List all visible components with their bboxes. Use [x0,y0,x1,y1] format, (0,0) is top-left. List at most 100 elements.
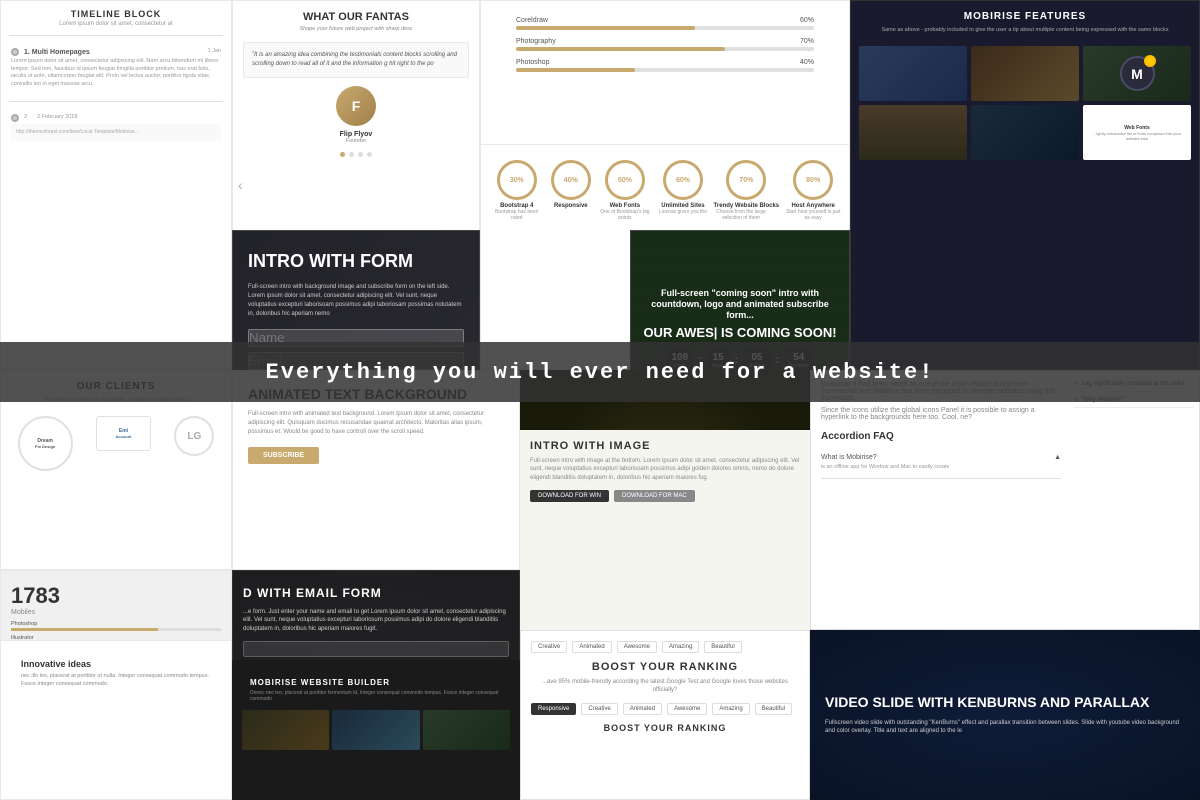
stat-circle-6: 80% [793,160,833,200]
download-mac-btn[interactable]: DOWNLOAD FOR MAC [614,490,695,502]
stats-content: 30% Bootstrap 4 Bootstrap has been rated… [481,145,849,226]
innovative-content: Innovative ideas nec illo leo, placerat … [1,641,231,698]
mobirise-thumbs: M Web Fonts ...ightly exhaustive list of… [851,41,1199,165]
timeline-item-title-2: 2 February 2018 [37,114,77,122]
skill-bar-fill-2 [516,47,725,51]
animated-bar-fill-1 [11,628,158,631]
builder-thumbs [242,710,510,750]
video-text: Fullscreen video slide with outstanding … [825,719,1185,736]
animated-bar-1: Photoshop [11,621,221,631]
timeline-dot-2 [11,114,19,122]
fantas-dot-4[interactable] [367,152,372,157]
skill-label-3: Photoshop 40% [516,59,814,66]
thumb-4 [859,105,967,160]
stat-label-2: Responsive [551,203,591,209]
boost-tab2-awesome[interactable]: Awesome [667,703,707,715]
email-form-name[interactable] [243,641,509,657]
fantas-author-title: Founder [243,138,469,144]
fantas-avatar: F [336,86,376,126]
stat-desc-1: Bootstrap has been rated [489,209,544,221]
boost-tab2-creative[interactable]: Creative [581,703,617,715]
fantas-subtitle: Shape your future web project with sharp… [243,26,469,32]
fantas-dot-3[interactable] [358,152,363,157]
faq-q-1[interactable]: What is Mobirise? ▲ [821,454,1061,461]
client-logo-account: Account [115,434,131,439]
faq-title: Accordion FAQ [821,431,1061,442]
skill-bar-fill-3 [516,68,635,72]
boost-tab2-animated[interactable]: Animated [623,703,662,715]
fantas-prev-arrow[interactable]: ‹ [238,177,243,193]
skill-label-1: Coreldraw 60% [516,17,814,24]
animated-label: Mobiles [11,609,221,616]
stat-circle-5: 70% [726,160,766,200]
stat-desc-3: One of Bootstrap's big points [597,209,652,221]
sun-rays-icon [1144,55,1156,67]
fantas-dot-1[interactable] [340,152,345,157]
builder-thumb-1 [242,710,329,750]
thumb-2 [971,46,1079,101]
intro-image-buttons: DOWNLOAD FOR WIN DOWNLOAD FOR MAC [530,490,800,502]
client-logo-pix: Pix Design [35,444,55,449]
boost-tab2-responsive[interactable]: Responsive [531,703,576,715]
panel-intro-image: INTRO WITH IMAGE Full-screen intro with … [520,430,810,630]
download-win-btn[interactable]: DOWNLOAD FOR WIN [530,490,609,502]
stat-desc-6: Start host yourself is just as easy [786,209,841,221]
boost-tab-awesome[interactable]: Awesome [617,641,657,653]
skill-row-1: Coreldraw 60% [501,13,829,34]
builder-thumb-2 [332,710,419,750]
stat-circle-2: 40% [551,160,591,200]
boost-tab-beautiful[interactable]: Beautiful [704,641,741,653]
boost-title-2: BOOST YOUR RANKING [531,723,799,733]
client-logo-lg: LG [187,431,201,442]
stat-circle-3: 50% [605,160,645,200]
fantas-author: Flip Flyov [243,131,469,138]
fantas-quote: "It is an amazing idea combining the tes… [243,42,469,78]
faq-chevron: ▲ [1054,454,1061,461]
thumb-6: Web Fonts ...ightly exhaustive list of f… [1083,105,1191,160]
mobirise-features-title: MOBIRISE FEATURES [851,1,1199,27]
boost-tab-animated[interactable]: Animated [572,641,611,653]
stat-item-2: 40% Responsive [551,160,591,221]
builder-thumb-3 [423,710,510,750]
boost-tab2-amazing[interactable]: Amazing [712,703,749,715]
boost-tabs: Creative Animated Awesome Amazing Beauti… [531,641,799,653]
video-title: VIDEO SLIDE WITH KENBURNS AND PARALLAX [825,694,1185,711]
stat-item-3: 50% Web Fonts One of Bootstrap's big poi… [597,160,652,221]
coming-soon-text: Full-screen "coming soon" intro with cou… [641,288,839,320]
mobirise-builder-content: MOBIRISE WEBSITE BUILDER Donec nec leo, … [232,660,520,760]
mobirise-logo: M [1120,56,1155,91]
boost-tab2-beautiful[interactable]: Beautiful [755,703,792,715]
intro-form-text: Full-screen intro with background image … [248,283,464,319]
animated-text: Full-screen intro with animated text bac… [248,410,504,437]
subscribe-btn[interactable]: SUBSCRIBE [248,447,319,464]
timeline-item-2: 2 2 February 2018 http://themesforest.co… [1,110,231,145]
stat-desc-5: Choose from the large selection of them [714,209,769,221]
faq-right-text-2: Since the icons utilize the global icons… [821,407,1061,421]
timeline-url: http://themesforest.com/item/Local-Templ… [11,124,221,141]
coming-soon-title: OUR AWES| IS COMING SOON! [643,325,836,341]
panel-innovative: Innovative ideas nec illo leo, placerat … [0,640,232,800]
intro-image-title: INTRO WITH IMAGE [530,440,800,452]
timeline-date-2: 2 [24,114,27,122]
skill-bar-fill-1 [516,26,695,30]
skill-bar-bg-1 [516,26,814,30]
panel-video-slide: VIDEO SLIDE WITH KENBURNS AND PARALLAX F… [810,630,1200,800]
thumb-1 [859,46,967,101]
intro-image-text: Full-screen intro with image at the bott… [530,457,800,482]
panel-faq: Bootstrap 4 had been noted as one of the… [810,370,1200,630]
timeline-item-1: 1. Multi Homepages 1 Jan Lorem ipsum dol… [1,44,231,93]
boost-tab-amazing[interactable]: Amazing [662,641,699,653]
fantas-dot-2[interactable] [349,152,354,157]
thumb-3: M [1083,46,1191,101]
video-content: VIDEO SLIDE WITH KENBURNS AND PARALLAX F… [810,630,1200,800]
stat-desc-4: License gives you the [659,209,707,215]
skill-bar-bg-3 [516,68,814,72]
timeline-subtitle: Lorem ipsum dolor sit amet, consectetur … [1,21,231,35]
client-logo-2: Emi Account [96,416,151,451]
banner-text: Everything you will ever need for a webs… [266,360,935,385]
stat-circle-1: 30% [497,160,537,200]
intro-image-content: INTRO WITH IMAGE Full-screen intro with … [520,430,810,630]
panel-boost: Creative Animated Awesome Amazing Beauti… [520,630,810,800]
thumb-5 [971,105,1079,160]
boost-tab-creative[interactable]: Creative [531,641,567,653]
